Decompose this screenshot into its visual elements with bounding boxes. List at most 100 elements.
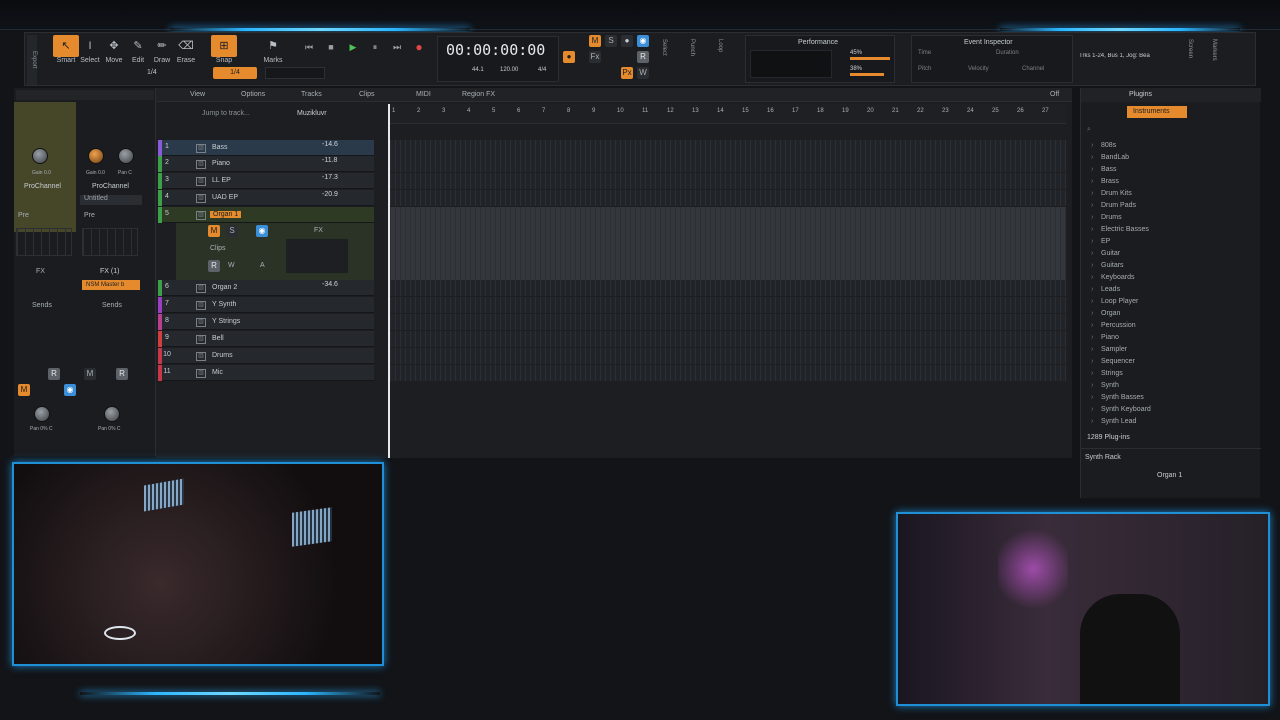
performance-module[interactable]: Performance 45% 38% xyxy=(745,35,895,83)
track-fx-label[interactable]: FX xyxy=(314,227,323,234)
sends-label-left[interactable]: Sends xyxy=(32,302,52,309)
browser-folder-item[interactable]: Sequencer xyxy=(1091,358,1135,365)
mute-button-left[interactable]: M xyxy=(18,384,30,396)
loop-tab[interactable]: Loop xyxy=(717,39,723,52)
fx-bypass-button[interactable]: Fx xyxy=(589,51,601,63)
px-button[interactable]: Px xyxy=(621,67,633,79)
track-row[interactable]: 8 ▥ Y Strings xyxy=(158,314,374,330)
pitch-field[interactable]: Pitch xyxy=(918,66,931,72)
track-volume[interactable]: -34.6 xyxy=(322,281,338,288)
export-tab[interactable]: Export xyxy=(27,35,37,85)
browser-folder-item[interactable]: Organ xyxy=(1091,310,1121,317)
eq-thumbnail-right[interactable] xyxy=(82,228,138,256)
synth-rack-label[interactable]: Synth Rack xyxy=(1085,454,1121,461)
browser-folder-item[interactable]: Drums xyxy=(1091,214,1121,221)
smart-tool-button[interactable]: ↖ Smart xyxy=(53,35,79,85)
browser-folder-item[interactable]: Synth Basses xyxy=(1091,394,1144,401)
track-solo-button[interactable]: S xyxy=(226,225,238,237)
track-name[interactable]: Y Strings xyxy=(212,318,240,325)
track-name[interactable]: Bass xyxy=(212,144,228,151)
erase-tool-button[interactable]: ⌫ Erase xyxy=(173,35,199,85)
menu-options[interactable]: Options xyxy=(241,91,265,98)
track-mute-button[interactable]: M xyxy=(208,225,220,237)
preset-field[interactable]: Untitled xyxy=(80,195,142,205)
menu-clips[interactable]: Clips xyxy=(359,91,375,98)
track-row[interactable]: 7 ▥ Y Synth xyxy=(158,297,374,313)
browser-folder-item[interactable]: Drum Kits xyxy=(1091,190,1132,197)
track-name[interactable]: Bell xyxy=(212,335,224,342)
channel-field[interactable]: Channel xyxy=(1022,66,1044,72)
time-field[interactable]: Time xyxy=(918,50,931,56)
synth-rack-item[interactable]: Organ 1 xyxy=(1157,472,1182,479)
pan-knob-right[interactable] xyxy=(118,148,134,164)
track-name[interactable]: Piano xyxy=(212,160,230,167)
fx-plugin-slot[interactable]: NSM Master b xyxy=(82,280,140,290)
eq-thumbnail-left[interactable] xyxy=(16,228,72,256)
grid-resolution[interactable]: 1/4 xyxy=(147,69,157,76)
track-name[interactable]: Organ 2 xyxy=(212,284,237,291)
draw-tool-button[interactable]: ✏ Draw xyxy=(149,35,175,85)
track-name[interactable]: Drums xyxy=(212,352,233,359)
pause-icon[interactable]: ⏸ xyxy=(367,39,383,55)
gain-knob-right[interactable] xyxy=(88,148,104,164)
global-read-button[interactable]: R xyxy=(637,51,649,63)
global-arm-icon[interactable]: ● xyxy=(621,35,633,47)
track-clip-lane[interactable] xyxy=(390,314,1066,330)
track-row[interactable]: 9 ▥ Bell xyxy=(158,331,374,347)
track-name[interactable]: Y Synth xyxy=(212,301,236,308)
punch-tab[interactable]: Punch xyxy=(689,39,695,56)
track-volume[interactable]: -20.9 xyxy=(322,191,338,198)
track-clip-lane[interactable] xyxy=(390,140,1066,156)
track-row[interactable]: 3 ▥ LL EP -17.3 xyxy=(158,173,374,189)
track-name[interactable]: Organ 1 xyxy=(210,211,242,218)
browser-folder-item[interactable]: Synth Lead xyxy=(1091,418,1137,425)
global-solo-button[interactable]: S xyxy=(605,35,617,47)
move-tool-button[interactable]: ✥ Move xyxy=(101,35,127,85)
browser-folder-item[interactable]: BandLab xyxy=(1091,154,1129,161)
velocity-field[interactable]: Velocity xyxy=(968,66,989,72)
snap-value-field[interactable]: 1/4 xyxy=(213,67,257,79)
browser-folder-item[interactable]: 808s xyxy=(1091,142,1116,149)
stop-icon[interactable]: ■ xyxy=(323,39,339,55)
fx-label-right[interactable]: FX (1) xyxy=(100,268,119,275)
browser-folder-item[interactable]: Strings xyxy=(1091,370,1123,377)
select-tab[interactable]: Select xyxy=(661,39,667,56)
browser-folder-item[interactable]: Guitars xyxy=(1091,262,1123,269)
read-button-left[interactable]: R xyxy=(48,368,60,380)
browser-folder-item[interactable]: Percussion xyxy=(1091,322,1136,329)
gain-knob-left[interactable] xyxy=(32,148,48,164)
track-clip-lane[interactable] xyxy=(390,331,1066,347)
fast-forward-icon[interactable]: ⏭ xyxy=(389,39,405,55)
sends-label-right[interactable]: Sends xyxy=(102,302,122,309)
browser-folder-item[interactable]: Loop Player xyxy=(1091,298,1138,305)
timeline-ruler[interactable]: 1 2 3 4 5 6 7 8 9 10 11 12 13 14 15 16 17 18 19 20 21 22 23 24 2… xyxy=(390,104,1066,124)
track-clip-lane[interactable] xyxy=(390,173,1066,189)
browser-folder-item[interactable]: Synth xyxy=(1091,382,1119,389)
read-button-right[interactable]: R xyxy=(116,368,128,380)
menu-tracks[interactable]: Tracks xyxy=(301,91,322,98)
track-clip-lane[interactable] xyxy=(390,297,1066,313)
track-clip-lane[interactable] xyxy=(390,280,1066,296)
track-row[interactable]: 10 ▥ Drums xyxy=(158,348,374,364)
fx-label-left[interactable]: FX xyxy=(36,268,45,275)
track-volume[interactable]: -17.3 xyxy=(322,174,338,181)
track-clip-lane[interactable] xyxy=(390,156,1066,172)
select-tool-button[interactable]: I Select xyxy=(77,35,103,85)
track-monitor-icon[interactable]: ◉ xyxy=(256,225,268,237)
track-volume[interactable]: -14.6 xyxy=(322,141,338,148)
duration-field[interactable]: Duration xyxy=(996,50,1019,56)
marker-ruler[interactable] xyxy=(265,67,325,79)
global-mute-button[interactable]: M xyxy=(589,35,601,47)
global-monitor-icon[interactable]: ◉ xyxy=(637,35,649,47)
browser-folder-item[interactable]: Sampler xyxy=(1091,346,1127,353)
track-row[interactable]: 6 ▥ Organ 2 -34.6 xyxy=(158,280,374,296)
track-row[interactable]: 5 ▥ Organ 1 xyxy=(158,207,374,223)
global-write-button[interactable]: W xyxy=(637,67,649,79)
monitor-button-left[interactable]: ◉ xyxy=(64,384,76,396)
meter-value[interactable]: 4/4 xyxy=(538,67,546,73)
track-clip-lane[interactable] xyxy=(390,190,1066,206)
search-icon[interactable]: ⌕ xyxy=(1087,126,1091,134)
organ-clip-lane[interactable] xyxy=(390,207,1066,280)
record-icon[interactable]: ● xyxy=(411,39,427,55)
pan-knob-bottom-left[interactable] xyxy=(34,406,50,422)
